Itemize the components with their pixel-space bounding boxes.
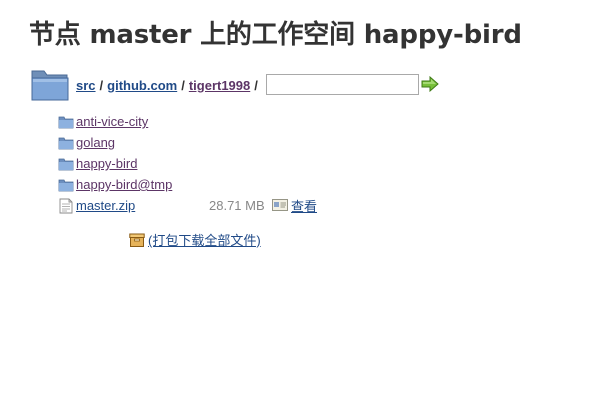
breadcrumb-separator: / [181,77,185,93]
path-input[interactable] [265,73,419,95]
folder-link-happy-bird-tmp[interactable]: happy-bird@tmp [76,177,172,192]
folder-icon [31,70,69,101]
breadcrumb-link-src[interactable]: src [76,78,96,93]
file-size: 28.71 MB [209,198,265,213]
folder-icon [58,179,74,191]
view-file-icon[interactable] [272,198,288,212]
file-link-master-zip[interactable]: master.zip [76,198,135,213]
breadcrumb: src / github.com / tigert1998 / [76,78,262,93]
list-item: golang [58,132,172,153]
folder-link-golang[interactable]: golang [76,135,115,150]
folder-icon [58,137,74,149]
folder-icon [58,116,74,128]
list-item: happy-bird@tmp [58,174,172,195]
path-bar: src / github.com / tigert1998 / [30,66,439,102]
page-title: 节点 master 上的工作空间 happy-bird [29,20,522,50]
text-file-icon [59,198,73,213]
file-list: anti-vice-city golang happy-bird happy-b… [58,111,317,216]
folder-icon [58,158,74,170]
list-item: anti-vice-city [58,111,172,132]
list-item: master.zip 28.71 MB 查看 [58,195,317,216]
workspace-page: 节点 master 上的工作空间 happy-bird src / github… [0,0,610,400]
breadcrumb-separator: / [254,77,258,93]
list-item: happy-bird [58,153,172,174]
download-all: (打包下载全部文件) [129,230,261,249]
go-arrow-icon[interactable] [421,76,439,92]
folder-link-happy-bird[interactable]: happy-bird [76,156,137,171]
folder-link-anti-vice-city[interactable]: anti-vice-city [76,114,148,129]
breadcrumb-link-tigert1998[interactable]: tigert1998 [189,78,250,93]
breadcrumb-separator: / [99,77,104,93]
view-button[interactable]: 查看 [291,196,317,215]
breadcrumb-link-github[interactable]: github.com [107,78,177,93]
package-icon[interactable] [129,232,145,248]
download-all-link[interactable]: (打包下载全部文件) [148,230,261,249]
